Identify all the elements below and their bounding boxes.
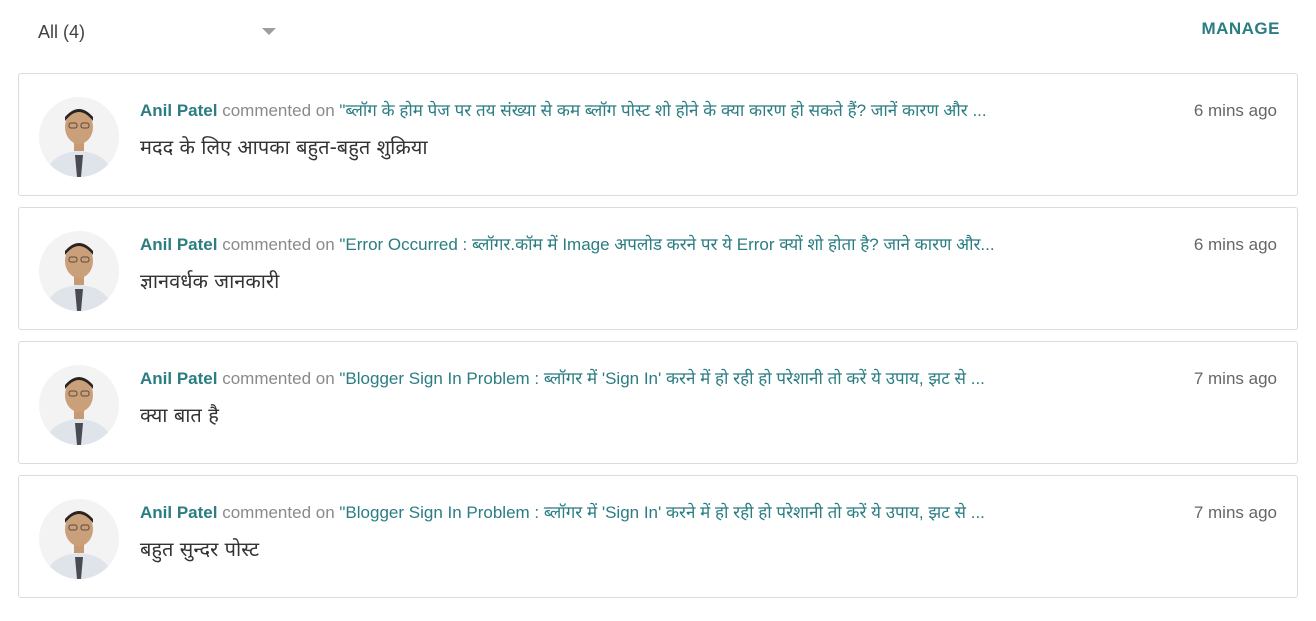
- author-link[interactable]: Anil Patel: [140, 503, 217, 522]
- comment-meta: Anil Patel commented on "Blogger Sign In…: [140, 501, 1080, 525]
- comment-verb: commented on: [222, 235, 335, 254]
- avatar[interactable]: [39, 365, 119, 445]
- author-link[interactable]: Anil Patel: [140, 101, 217, 120]
- filter-selected-label: All (4): [38, 21, 86, 42]
- comment-text: ज्ञानवर्धक जानकारी: [140, 269, 280, 293]
- comment-text: क्या बात है: [140, 403, 219, 427]
- post-link[interactable]: "Error Occurred : ब्लॉगर.कॉम में Image अ…: [339, 235, 994, 254]
- comment-card: Anil Patel commented on "Blogger Sign In…: [18, 475, 1298, 598]
- comment-verb: commented on: [222, 101, 335, 120]
- comment-card: Anil Patel commented on "Error Occurred …: [18, 207, 1298, 330]
- comment-verb: commented on: [222, 369, 335, 388]
- user-photo-icon: [39, 97, 119, 177]
- user-photo-icon: [39, 231, 119, 311]
- author-link[interactable]: Anil Patel: [140, 235, 217, 254]
- post-link[interactable]: "Blogger Sign In Problem : ब्लॉगर में 'S…: [339, 369, 985, 388]
- comment-card: Anil Patel commented on "ब्लॉग के होम पे…: [18, 73, 1298, 196]
- comment-meta: Anil Patel commented on "Error Occurred …: [140, 233, 1080, 257]
- manage-button[interactable]: MANAGE: [1201, 19, 1280, 39]
- user-photo-icon: [39, 365, 119, 445]
- avatar[interactable]: [39, 499, 119, 579]
- comment-verb: commented on: [222, 503, 335, 522]
- avatar[interactable]: [39, 231, 119, 311]
- comment-meta: Anil Patel commented on "ब्लॉग के होम पे…: [140, 99, 1080, 123]
- comment-text: बहुत सुन्दर पोस्ट: [140, 537, 260, 561]
- comment-time: 6 mins ago: [1193, 101, 1277, 120]
- comment-text: मदद के लिए आपका बहुत-बहुत शुक्रिया: [140, 135, 428, 159]
- comment-time: 7 mins ago: [1193, 369, 1277, 388]
- dropdown-arrow-icon: [262, 28, 276, 35]
- comment-time: 7 mins ago: [1193, 503, 1277, 522]
- comments-toolbar: All (4) MANAGE: [0, 0, 1316, 64]
- comment-list: Anil Patel commented on "ब्लॉग के होम पे…: [18, 73, 1298, 609]
- author-link[interactable]: Anil Patel: [140, 369, 217, 388]
- avatar[interactable]: [39, 97, 119, 177]
- post-link[interactable]: "ब्लॉग के होम पेज पर तय संख्या से कम ब्ल…: [339, 101, 986, 120]
- post-link[interactable]: "Blogger Sign In Problem : ब्लॉगर में 'S…: [339, 503, 985, 522]
- comment-card: Anil Patel commented on "Blogger Sign In…: [18, 341, 1298, 464]
- comment-time: 6 mins ago: [1193, 235, 1277, 254]
- user-photo-icon: [39, 499, 119, 579]
- comment-meta: Anil Patel commented on "Blogger Sign In…: [140, 367, 1080, 391]
- comment-filter-dropdown[interactable]: All (4): [20, 14, 282, 50]
